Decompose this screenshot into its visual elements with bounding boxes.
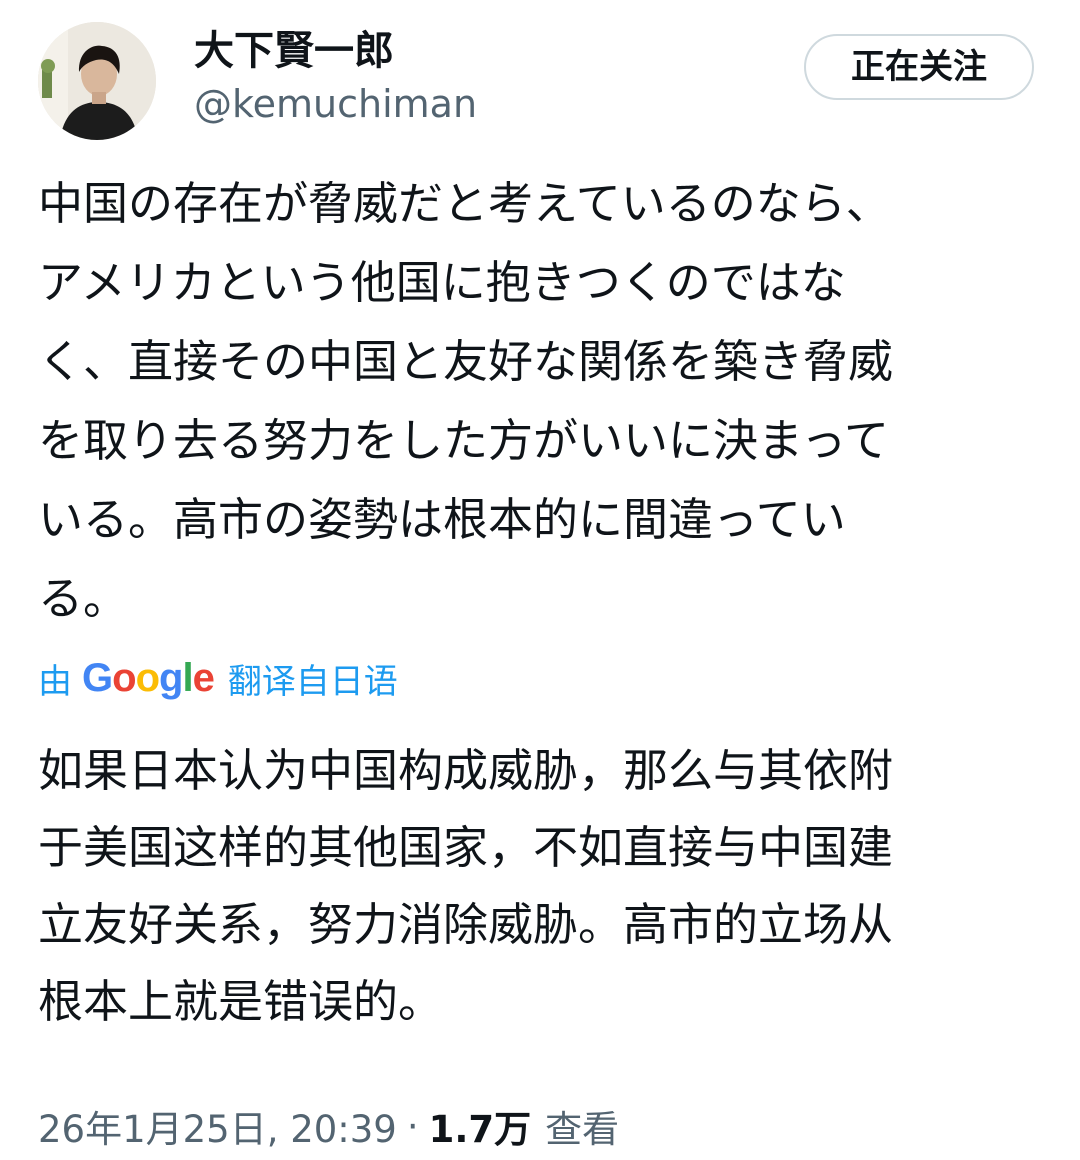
google-logo-letter: o bbox=[135, 655, 160, 700]
following-button[interactable]: 正在关注 bbox=[804, 34, 1034, 100]
translated-text: 如果日本认为中国构成威胁，那么与其依附 于美国这样的其他国家，不如直接与中国建 … bbox=[38, 732, 1068, 1040]
google-logo-letter: G bbox=[82, 655, 113, 700]
translated-text-line: 如果日本认为中国构成威胁，那么与其依附 bbox=[38, 744, 894, 797]
translated-text-line: 于美国这样的其他国家，不如直接与中国建 bbox=[38, 821, 894, 874]
tweet-card: 大下賢一郎 @kemuchiman 正在关注 中国の存在が脅威だと考えているのな… bbox=[0, 0, 1080, 1160]
tweet-text-line: を取り去る努力をした方がいいに決まって bbox=[38, 414, 889, 467]
tweet-text-line: く、直接その中国と友好な関係を築き脅威 bbox=[38, 335, 894, 388]
avatar[interactable] bbox=[38, 22, 156, 140]
views-count[interactable]: 1.7万 bbox=[429, 1099, 532, 1153]
views-label: 查看 bbox=[545, 1108, 620, 1151]
tweet-text: 中国の存在が脅威だと考えているのなら、 アメリカという他国に抱きつくのではな く… bbox=[38, 164, 1066, 638]
tweet-header: 大下賢一郎 @kemuchiman 正在关注 bbox=[38, 22, 1038, 144]
tweet-text-line: る。 bbox=[38, 572, 129, 625]
tweet-meta: 26年1月25日, 20:39 · 1.7万 查看 bbox=[38, 1098, 619, 1154]
author-handle[interactable]: @kemuchiman bbox=[194, 80, 477, 128]
tweet-timestamp[interactable]: 26年1月25日, 20:39 bbox=[38, 1099, 397, 1153]
tweet-text-line: アメリカという他国に抱きつくのではな bbox=[38, 256, 846, 309]
translated-text-line: 立友好关系，努力消除威胁。高市的立场从 bbox=[38, 898, 894, 951]
author-info: 大下賢一郎 @kemuchiman bbox=[194, 26, 477, 128]
translation-attribution[interactable]: 由 G o o g l e 翻译自日语 bbox=[38, 652, 398, 704]
translated-text-line: 根本上就是错误的。 bbox=[38, 975, 444, 1028]
meta-separator: · bbox=[406, 1104, 419, 1148]
google-logo: G o o g l e bbox=[82, 655, 215, 701]
google-logo-letter: e bbox=[192, 655, 215, 700]
tweet-text-line: 中国の存在が脅威だと考えているのなら、 bbox=[38, 177, 891, 230]
tweet-text-line: いる。高市の姿勢は根本的に間違ってい bbox=[38, 493, 846, 546]
google-logo-letter: g bbox=[159, 655, 183, 700]
google-logo-letter: l bbox=[182, 655, 193, 700]
translation-prefix: 由 bbox=[38, 661, 72, 702]
author-display-name[interactable]: 大下賢一郎 bbox=[194, 26, 477, 76]
avatar-photo bbox=[38, 22, 156, 140]
translation-suffix: 翻译自日语 bbox=[227, 661, 398, 702]
google-logo-letter: o bbox=[112, 655, 136, 700]
